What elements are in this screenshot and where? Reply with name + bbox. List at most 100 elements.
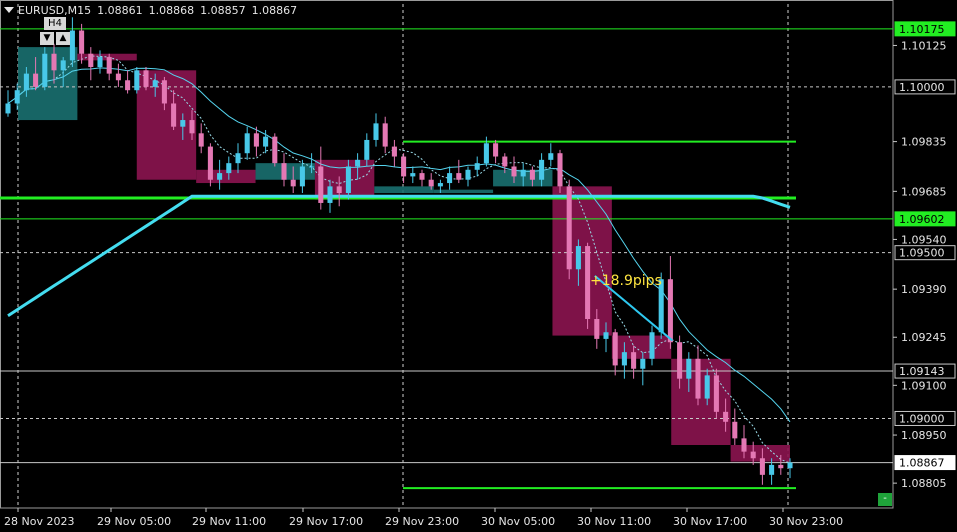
ohlc-high: 1.08868 xyxy=(148,3,195,17)
candle-body xyxy=(152,80,158,87)
y-tick-label: 1.08805 xyxy=(901,477,947,490)
candle-body xyxy=(713,375,719,412)
candle-body xyxy=(401,156,407,177)
candle[interactable] xyxy=(217,159,223,190)
candle[interactable] xyxy=(732,408,738,445)
candle-body xyxy=(327,186,333,203)
candle[interactable] xyxy=(667,256,673,349)
candle[interactable] xyxy=(125,70,131,94)
candle[interactable] xyxy=(281,153,287,187)
candle[interactable] xyxy=(235,143,241,174)
timeframe-down-button[interactable]: ▼ xyxy=(40,32,54,45)
candle[interactable] xyxy=(382,116,388,154)
y-tick-label: 1.09100 xyxy=(901,379,947,392)
candle[interactable] xyxy=(5,90,11,117)
candle-body xyxy=(14,90,20,104)
candle-body xyxy=(299,166,305,187)
h4-box xyxy=(314,159,375,200)
candle[interactable] xyxy=(134,67,140,94)
candle-body xyxy=(88,53,94,67)
candle[interactable] xyxy=(115,63,121,87)
timeframe-up-button[interactable]: ▲ xyxy=(56,32,70,45)
candle-body xyxy=(704,375,710,399)
x-tick-label: 30 Nov 11:00 xyxy=(577,515,651,528)
candle-body xyxy=(566,186,572,270)
minimize-button[interactable]: - xyxy=(878,493,892,506)
candle-body xyxy=(612,332,618,366)
y-tick-label: 1.09835 xyxy=(901,136,947,149)
candle[interactable] xyxy=(493,139,499,164)
candle-body xyxy=(33,73,39,87)
timeframe-label: M15 xyxy=(67,3,92,17)
candle[interactable] xyxy=(566,179,572,280)
candle[interactable] xyxy=(143,67,149,91)
candle-body xyxy=(318,166,324,203)
h4-box xyxy=(552,186,612,336)
candle[interactable] xyxy=(695,345,701,406)
symbol-header: EURUSD, M15 1.08861 1.08868 1.08857 1.088… xyxy=(4,2,297,18)
candle-body xyxy=(750,451,756,459)
candle[interactable] xyxy=(474,156,480,177)
h4-box xyxy=(433,189,494,193)
price-chart[interactable]: +18.9pips1.101251.098351.096851.095401.0… xyxy=(0,0,957,532)
candle-body xyxy=(5,103,11,114)
candle[interactable] xyxy=(447,166,453,190)
pips-annotation: +18.9pips xyxy=(590,273,662,289)
candle-body xyxy=(787,462,793,469)
candle-body xyxy=(391,146,397,157)
candle[interactable] xyxy=(198,123,204,154)
h4-box xyxy=(611,335,672,359)
candle-body xyxy=(640,358,646,369)
candle[interactable] xyxy=(318,146,324,210)
candle[interactable] xyxy=(456,159,462,184)
candle-body xyxy=(309,166,315,168)
h4-box xyxy=(196,169,256,184)
candle-body xyxy=(23,73,29,91)
trading-chart[interactable]: { "header": { "symbol": "EURUSD", "timef… xyxy=(0,0,957,532)
candle[interactable] xyxy=(244,126,250,160)
candle-body xyxy=(686,358,692,379)
x-tick-label: 29 Nov 17:00 xyxy=(289,515,363,528)
candle-body xyxy=(51,53,57,71)
price-label: 1.08867 xyxy=(899,457,945,470)
x-tick-label: 29 Nov 05:00 xyxy=(97,515,171,528)
y-tick-label: 1.09390 xyxy=(901,283,947,296)
candle[interactable] xyxy=(391,139,397,167)
collapse-arrow-icon[interactable] xyxy=(4,7,14,13)
candle[interactable] xyxy=(401,153,407,184)
candle[interactable] xyxy=(410,166,416,184)
candle[interactable] xyxy=(548,143,554,167)
candle-body xyxy=(345,166,351,193)
y-tick-label: 1.09540 xyxy=(901,233,947,246)
candle[interactable] xyxy=(713,368,719,419)
candle-body xyxy=(732,421,738,439)
candle[interactable] xyxy=(88,47,94,81)
candle[interactable] xyxy=(419,169,425,187)
candle[interactable] xyxy=(272,133,278,167)
ohlc-open: 1.08861 xyxy=(97,3,143,17)
candle-body xyxy=(244,133,250,154)
candle-body xyxy=(741,438,747,452)
candle-body xyxy=(548,153,554,160)
price-label: 1.10000 xyxy=(899,81,945,94)
candle-body xyxy=(226,163,232,174)
candle-body xyxy=(456,173,462,180)
candle[interactable] xyxy=(612,328,618,376)
candle-body xyxy=(769,464,775,475)
candle[interactable] xyxy=(106,53,112,81)
candle[interactable] xyxy=(373,113,379,147)
candle-body xyxy=(575,246,581,270)
candle-body xyxy=(631,352,637,369)
candle-body xyxy=(677,342,683,379)
candle-body xyxy=(511,166,517,177)
timeframe-switcher-label: H4 xyxy=(44,17,66,30)
candle-body xyxy=(281,163,287,180)
candle-body xyxy=(272,136,278,164)
candle-body xyxy=(465,169,471,180)
candle[interactable] xyxy=(465,166,471,187)
candle-body xyxy=(125,80,131,91)
candle-body xyxy=(373,123,379,140)
ohlc-low: 1.08857 xyxy=(200,3,246,17)
candle[interactable] xyxy=(649,325,655,366)
y-tick-label: 1.09245 xyxy=(901,331,947,344)
